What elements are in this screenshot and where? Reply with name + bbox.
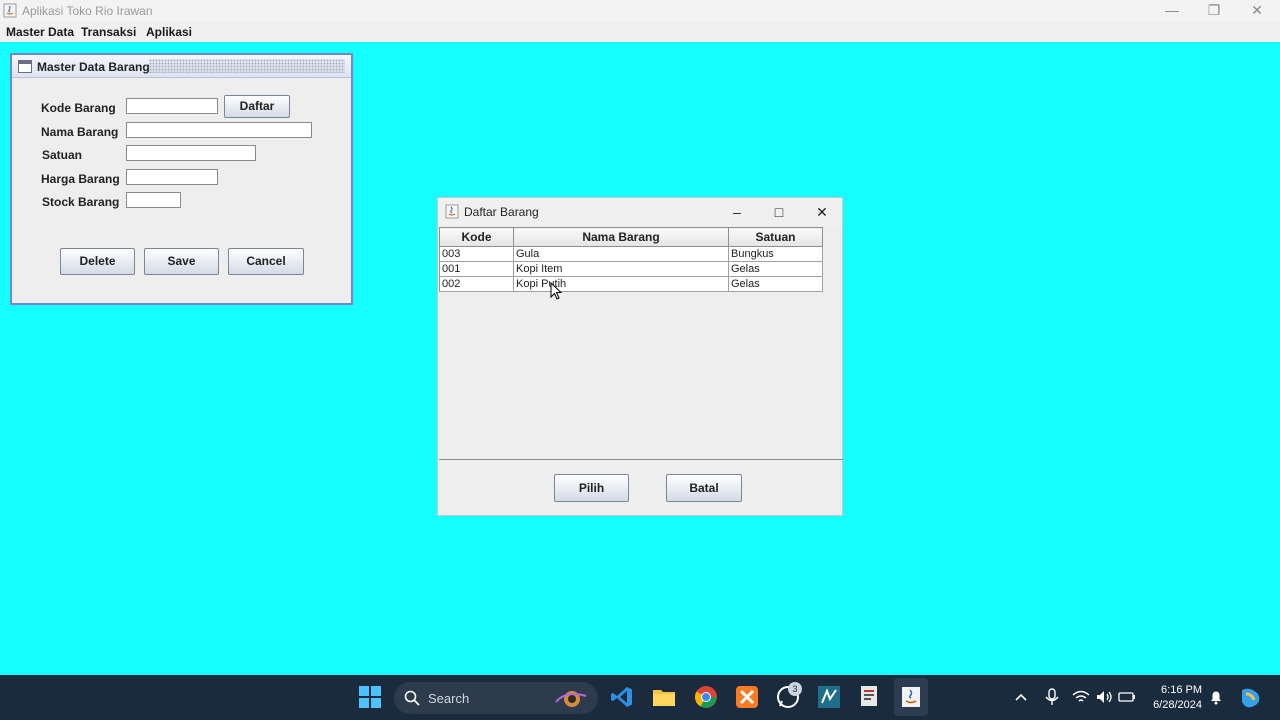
minimize-icon[interactable]: – [722,202,752,222]
java-app-icon [3,3,17,18]
table-row[interactable]: 002 Kopi Putih Gelas [439,276,823,292]
windows-start-icon[interactable] [358,685,382,709]
satuan-field[interactable] [126,145,256,161]
satuan-label: Satuan [42,148,83,162]
file-explorer-icon[interactable] [652,685,676,709]
cell-satuan[interactable]: Gelas [728,261,823,277]
cell-kode[interactable]: 001 [439,261,514,277]
column-header-satuan[interactable]: Satuan [728,227,823,247]
master-data-barang-window: Master Data Barang Kode Barang Daftar Na… [10,53,353,305]
menu-bar: Master Data Transaksi Aplikasi [0,22,1280,42]
menu-aplikasi[interactable]: Aplikasi [146,25,192,39]
menu-master-data[interactable]: Master Data [6,25,74,39]
close-icon[interactable]: ✕ [1235,0,1279,22]
dialog-title-bar[interactable]: Daftar Barang – □ ✕ [438,198,842,226]
title-bar-grip [149,59,345,73]
vscode-icon[interactable] [610,685,634,709]
harga-barang-label: Harga Barang [41,172,120,186]
menu-transaksi[interactable]: Transaksi [81,25,136,39]
app-title-bar: Aplikasi Toko Rio Irawan — ❐ ✕ [0,0,1280,22]
java-app-icon[interactable] [899,685,923,709]
table-row[interactable]: 003 Gula Bungkus [439,246,823,262]
taskbar-search-box[interactable]: Search [394,682,598,714]
cancel-button[interactable]: Cancel [228,248,304,275]
cell-satuan[interactable]: Gelas [728,276,823,292]
bing-highlight-icon [555,691,587,707]
editor-app-icon[interactable] [858,685,882,709]
kode-barang-field[interactable] [126,98,218,114]
restore-icon[interactable]: ❐ [1192,0,1236,22]
stock-barang-label: Stock Barang [42,195,120,209]
master-data-title: Master Data Barang [37,60,150,74]
taskbar: Search 3 6:16 PM 6/28/2024 [0,675,1280,720]
wifi-icon[interactable] [1072,688,1090,706]
microphone-icon[interactable] [1043,688,1061,706]
dialog-title: Daftar Barang [464,205,539,219]
notification-bell-icon[interactable] [1208,689,1224,705]
cell-satuan[interactable]: Bungkus [728,246,823,262]
xampp-icon[interactable] [735,685,759,709]
chrome-icon[interactable] [694,685,718,709]
chevron-up-icon[interactable] [1012,688,1030,706]
table-row[interactable]: 001 Kopi Item Gelas [439,261,823,277]
cell-nama-barang[interactable]: Kopi Putih [513,276,729,292]
clock-date: 6/28/2024 [1153,699,1202,711]
master-data-title-bar[interactable]: Master Data Barang [12,55,351,78]
mouse-cursor-icon [550,282,562,300]
pilih-button[interactable]: Pilih [554,474,629,502]
volume-icon[interactable] [1095,688,1113,706]
cell-kode[interactable]: 002 [439,276,514,292]
copilot-icon[interactable] [1238,686,1262,710]
search-placeholder: Search [428,691,470,706]
barang-table: Kode Nama Barang Satuan 003 Gula Bungkus… [439,227,823,292]
harga-barang-field[interactable] [126,169,218,185]
battery-icon[interactable] [1118,688,1136,706]
window-icon [18,60,32,73]
nama-barang-label: Nama Barang [41,125,119,139]
kode-barang-label: Kode Barang [41,101,116,115]
column-header-nama-barang[interactable]: Nama Barang [513,227,729,247]
java-app-icon [445,204,459,219]
stock-barang-field[interactable] [126,192,181,208]
netbeans-icon[interactable] [817,685,841,709]
maximize-icon[interactable]: □ [764,202,794,222]
save-button[interactable]: Save [144,248,219,275]
clock-time: 6:16 PM [1161,684,1202,696]
app-title: Aplikasi Toko Rio Irawan [22,4,153,18]
close-icon[interactable]: ✕ [807,202,837,222]
cell-nama-barang[interactable]: Gula [513,246,729,262]
delete-button[interactable]: Delete [60,248,135,275]
whatsapp-badge: 3 [788,682,802,696]
column-header-kode[interactable]: Kode [439,227,514,247]
daftar-barang-dialog: Daftar Barang – □ ✕ Kode Nama Barang Sat… [437,197,843,516]
taskbar-clock[interactable]: 6:16 PM 6/28/2024 [1153,683,1202,713]
minimize-icon[interactable]: — [1150,0,1194,22]
table-header-row: Kode Nama Barang Satuan [439,227,823,247]
cell-kode[interactable]: 003 [439,246,514,262]
cell-nama-barang[interactable]: Kopi Item [513,261,729,277]
nama-barang-field[interactable] [126,122,312,138]
search-icon [404,690,420,706]
daftar-button[interactable]: Daftar [224,95,290,118]
barang-table-scrollpane[interactable]: Kode Nama Barang Satuan 003 Gula Bungkus… [439,227,843,460]
batal-button[interactable]: Batal [666,474,742,502]
